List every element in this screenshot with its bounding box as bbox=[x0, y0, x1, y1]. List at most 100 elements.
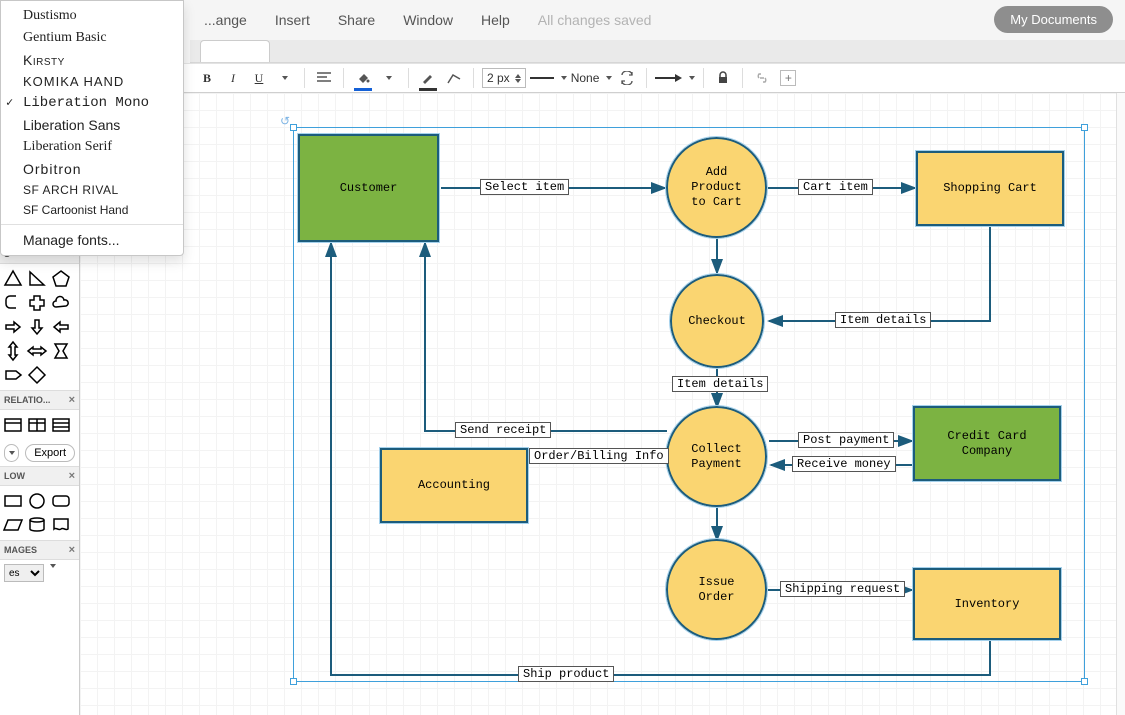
line-color-button[interactable] bbox=[417, 67, 439, 89]
edge-label-order-billing[interactable]: Order/Billing Info bbox=[529, 448, 669, 464]
rect-icon[interactable] bbox=[2, 490, 24, 512]
bold-button[interactable]: B bbox=[196, 67, 218, 89]
arrow-right-icon[interactable] bbox=[2, 316, 24, 338]
italic-button[interactable]: I bbox=[222, 67, 244, 89]
resize-handle-nw[interactable] bbox=[290, 124, 297, 131]
menu-help[interactable]: Help bbox=[467, 12, 524, 28]
edge-label-cart-item[interactable]: Cart item bbox=[798, 179, 873, 195]
menu-window[interactable]: Window bbox=[389, 12, 467, 28]
font-item-sf-arch-rival[interactable]: SF ARCH RIVAL bbox=[1, 180, 183, 200]
resize-handle-sw[interactable] bbox=[290, 678, 297, 685]
dropdown-icon[interactable] bbox=[4, 444, 19, 462]
edge-label-ship-product[interactable]: Ship product bbox=[518, 666, 614, 682]
close-icon[interactable]: × bbox=[69, 394, 75, 406]
line-style-button[interactable] bbox=[530, 67, 567, 89]
pentagon-icon[interactable] bbox=[50, 268, 72, 290]
edge-label-post-payment[interactable]: Post payment bbox=[798, 432, 894, 448]
cycle-button[interactable] bbox=[616, 67, 638, 89]
my-documents-button[interactable]: My Documents bbox=[994, 6, 1113, 33]
shapes-sidebar: S× RELATIO...× Export LOW× bbox=[0, 244, 80, 715]
align-button[interactable] bbox=[313, 67, 335, 89]
table-icon[interactable] bbox=[2, 414, 24, 436]
rtriangle-icon[interactable] bbox=[26, 268, 48, 290]
edge-label-item-details-1[interactable]: Item details bbox=[835, 312, 931, 328]
table2-icon[interactable] bbox=[26, 414, 48, 436]
fill-more-button[interactable] bbox=[378, 67, 400, 89]
cylinder-icon[interactable] bbox=[26, 514, 48, 536]
plus-shape-icon[interactable] bbox=[26, 292, 48, 314]
parall-icon[interactable] bbox=[2, 514, 24, 536]
node-credit-card[interactable]: Credit Card Company bbox=[913, 406, 1061, 481]
vertical-scrollbar[interactable] bbox=[1116, 93, 1125, 715]
roundrect-icon[interactable] bbox=[50, 490, 72, 512]
flow-panel-header[interactable]: LOW× bbox=[0, 466, 79, 486]
node-accounting[interactable]: Accounting bbox=[380, 448, 528, 523]
node-shopping-cart[interactable]: Shopping Cart bbox=[916, 151, 1064, 226]
tab-strip bbox=[190, 40, 1125, 63]
hex-arrow-icon[interactable] bbox=[50, 340, 72, 362]
font-item-dustismo[interactable]: Dustismo bbox=[1, 5, 183, 27]
arrow-down-icon[interactable] bbox=[26, 316, 48, 338]
add-panel-button[interactable]: + bbox=[777, 67, 799, 89]
lbracket-icon[interactable] bbox=[2, 292, 24, 314]
resize-handle-ne[interactable] bbox=[1081, 124, 1088, 131]
menu-insert[interactable]: Insert bbox=[261, 12, 324, 28]
stroke-width-stepper[interactable]: 2 px bbox=[482, 68, 526, 88]
font-item-liberation-sans[interactable]: Liberation Sans bbox=[1, 114, 183, 136]
font-item-kirsty[interactable]: Kirsty bbox=[1, 49, 183, 71]
go-arrow-icon[interactable] bbox=[2, 364, 24, 386]
relation-panel-header[interactable]: RELATIO...× bbox=[0, 390, 79, 410]
font-item-liberation-serif[interactable]: Liberation Serif bbox=[1, 136, 183, 158]
font-item-liberation-mono[interactable]: Liberation Mono bbox=[1, 92, 183, 114]
edge-label-shipping-request[interactable]: Shipping request bbox=[780, 581, 905, 597]
images-panel-header[interactable]: MAGES× bbox=[0, 540, 79, 560]
doc-icon[interactable] bbox=[50, 514, 72, 536]
export-button[interactable]: Export bbox=[25, 444, 75, 462]
arrow-left-icon[interactable] bbox=[50, 316, 72, 338]
diagram-canvas[interactable]: ↺ Customer Add Product bbox=[80, 93, 1125, 715]
menu-arrange[interactable]: ...ange bbox=[190, 12, 261, 28]
triangle-icon[interactable] bbox=[2, 268, 24, 290]
text-more-button[interactable] bbox=[274, 67, 296, 89]
font-item-komika[interactable]: KOMIKA HAND bbox=[1, 71, 183, 92]
edge-label-select-item[interactable]: Select item bbox=[480, 179, 569, 195]
save-status: All changes saved bbox=[524, 12, 666, 28]
arrow-ud-icon[interactable] bbox=[2, 340, 24, 362]
edge-label-receive-money[interactable]: Receive money bbox=[792, 456, 896, 472]
link-button[interactable] bbox=[751, 67, 773, 89]
menu-share[interactable]: Share bbox=[324, 12, 389, 28]
node-customer[interactable]: Customer bbox=[298, 134, 439, 242]
close-icon[interactable]: × bbox=[69, 470, 75, 482]
edge-label-send-receipt[interactable]: Send receipt bbox=[455, 422, 551, 438]
diamond-icon[interactable] bbox=[26, 364, 48, 386]
node-inventory[interactable]: Inventory bbox=[913, 568, 1061, 640]
font-dropdown-menu[interactable]: Dustismo Gentium Basic Kirsty KOMIKA HAN… bbox=[0, 0, 184, 256]
table3-icon[interactable] bbox=[50, 414, 72, 436]
font-item-orbitron[interactable]: Orbitron bbox=[1, 158, 183, 180]
polyline-icon bbox=[446, 71, 462, 85]
node-collect-payment[interactable]: Collect Payment bbox=[666, 406, 767, 507]
edge-label-item-details-2[interactable]: Item details bbox=[672, 376, 768, 392]
images-select[interactable]: es bbox=[4, 564, 44, 582]
arrow-style-button[interactable] bbox=[655, 67, 695, 89]
lock-icon bbox=[716, 71, 730, 85]
lock-button[interactable] bbox=[712, 67, 734, 89]
node-add-product[interactable]: Add Product to Cart bbox=[666, 137, 767, 238]
circle-shape-icon[interactable] bbox=[26, 490, 48, 512]
font-item-sf-cartoonist[interactable]: SF Cartoonist Hand bbox=[1, 200, 183, 220]
cloud-icon[interactable] bbox=[50, 292, 72, 314]
close-icon[interactable]: × bbox=[69, 544, 75, 556]
line-shape-button[interactable] bbox=[443, 67, 465, 89]
dash-select[interactable]: None bbox=[571, 67, 613, 89]
stroke-width-value: 2 px bbox=[487, 71, 510, 85]
arrow-lr-icon[interactable] bbox=[26, 340, 48, 362]
document-tab[interactable] bbox=[200, 40, 270, 62]
underline-button[interactable]: U bbox=[248, 67, 270, 89]
fill-color-button[interactable] bbox=[352, 67, 374, 89]
manage-fonts-button[interactable]: Manage fonts... bbox=[1, 229, 183, 251]
pencil-icon bbox=[420, 71, 436, 85]
node-issue-order[interactable]: Issue Order bbox=[666, 539, 767, 640]
font-item-gentium[interactable]: Gentium Basic bbox=[1, 27, 183, 49]
node-checkout[interactable]: Checkout bbox=[670, 274, 764, 368]
resize-handle-se[interactable] bbox=[1081, 678, 1088, 685]
